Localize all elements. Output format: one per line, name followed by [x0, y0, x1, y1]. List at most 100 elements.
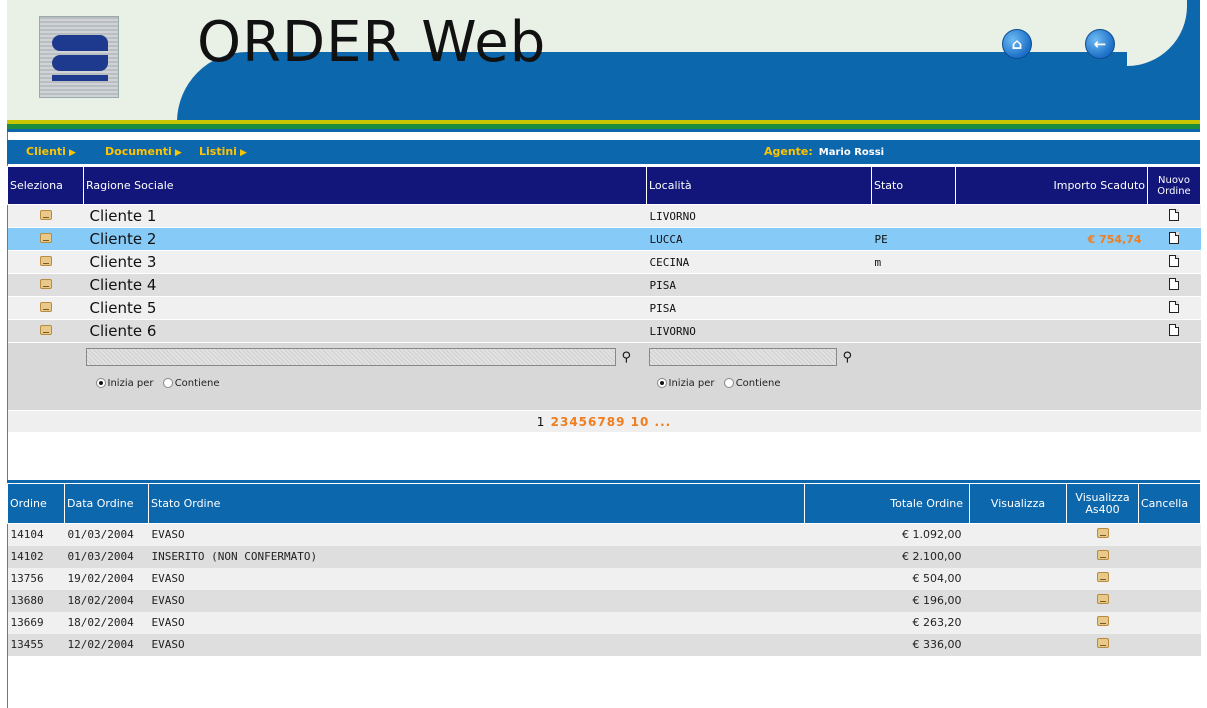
new-document-icon[interactable] — [1169, 208, 1179, 221]
new-order-cell — [1147, 273, 1201, 297]
order-total: € 336,00 — [804, 633, 970, 656]
view-as400-icon[interactable] — [1096, 616, 1109, 626]
contains-radio[interactable] — [162, 378, 173, 388]
new-document-icon[interactable] — [1169, 277, 1179, 290]
app-title: ORDER Web — [197, 10, 547, 75]
client-name[interactable]: Cliente 4 — [83, 273, 647, 297]
name-search-input[interactable] — [85, 348, 616, 366]
select-folder-icon[interactable] — [39, 301, 52, 312]
new-document-icon[interactable] — [1169, 323, 1179, 336]
order-date: 18/02/2004 — [64, 589, 149, 612]
select-folder-icon[interactable] — [39, 232, 52, 243]
view-cell — [969, 523, 1067, 546]
delete-cell — [1138, 523, 1201, 546]
page-link[interactable]: 3 — [560, 415, 569, 429]
col-header-status: Stato Ordine — [148, 483, 805, 524]
triangle-right-icon: ▶ — [174, 148, 182, 158]
order-date: 18/02/2004 — [64, 611, 149, 634]
order-id: 14102 — [7, 545, 65, 568]
client-location: PISA — [646, 273, 872, 297]
orders-header-row: Ordine Data Ordine Stato Ordine Totale O… — [7, 483, 1201, 524]
delete-cell — [1138, 589, 1201, 612]
select-folder-icon[interactable] — [39, 324, 52, 335]
view-as400-icon[interactable] — [1096, 550, 1109, 560]
col-header-delete: Cancella — [1138, 483, 1201, 524]
view-as400-icon[interactable] — [1096, 594, 1109, 604]
page-link[interactable]: 5 — [579, 415, 588, 429]
nav-item-listini[interactable]: Listini ▶ — [199, 145, 247, 158]
page-link[interactable]: 2 — [551, 415, 560, 429]
select-folder-icon[interactable] — [39, 209, 52, 220]
new-document-icon[interactable] — [1169, 231, 1179, 244]
table-row: Cliente 5 PISA — [7, 296, 1201, 320]
triangle-right-icon: ▶ — [68, 148, 76, 158]
location-search-input[interactable] — [648, 348, 837, 366]
orders-table: Ordine Data Ordine Stato Ordine Totale O… — [7, 483, 1201, 656]
select-cell — [7, 227, 84, 251]
client-state: PE — [871, 227, 956, 251]
name-filter-mode: Inizia per Contiene — [86, 378, 644, 389]
view-as400-icon[interactable] — [1096, 638, 1109, 648]
col-header-select: Seleziona — [7, 166, 84, 205]
table-row: Cliente 3 CECINA m — [7, 250, 1201, 274]
back-button[interactable]: ← — [1085, 29, 1115, 59]
client-name[interactable]: Cliente 2 — [83, 227, 647, 251]
client-name[interactable]: Cliente 1 — [83, 204, 647, 228]
select-folder-icon[interactable] — [39, 255, 52, 266]
home-button[interactable]: ⌂ — [1002, 29, 1032, 59]
client-name[interactable]: Cliente 5 — [83, 296, 647, 320]
page-more-link[interactable]: ... — [655, 415, 672, 429]
page-link[interactable]: 6 — [588, 415, 597, 429]
order-total: € 196,00 — [804, 589, 970, 612]
view-cell — [969, 567, 1067, 590]
filter-empty-cell — [7, 342, 84, 411]
order-status: EVASO — [148, 633, 805, 656]
nav-item-clienti[interactable]: Clienti ▶ — [26, 145, 76, 158]
view-as400-cell — [1066, 633, 1139, 656]
agent-info: Agente: Mario Rossi — [764, 145, 884, 158]
col-header-overdue: Importo Scaduto — [955, 166, 1148, 205]
nav-item-documenti[interactable]: Documenti ▶ — [105, 145, 182, 158]
order-total: € 1.092,00 — [804, 523, 970, 546]
table-row: Cliente 6 LIVORNO — [7, 319, 1201, 343]
view-as400-icon[interactable] — [1096, 572, 1109, 582]
binoculars-icon[interactable]: ⚲ — [843, 350, 853, 365]
page-link[interactable]: 10 — [631, 415, 650, 429]
client-overdue: € 754,74 — [955, 227, 1148, 251]
client-location: LIVORNO — [646, 204, 872, 228]
select-cell — [7, 319, 84, 343]
contains-radio[interactable] — [723, 378, 734, 388]
delete-cell — [1138, 567, 1201, 590]
client-overdue — [955, 204, 1148, 228]
starts-with-radio[interactable] — [656, 378, 667, 388]
col-header-new-order-line1: Nuovo — [1158, 174, 1190, 186]
col-header-order: Ordine — [7, 483, 65, 524]
page-link[interactable]: 7 — [597, 415, 606, 429]
select-folder-icon[interactable] — [39, 278, 52, 289]
client-overdue — [955, 250, 1148, 274]
order-status: EVASO — [148, 611, 805, 634]
page-link[interactable]: 9 — [616, 415, 625, 429]
client-name[interactable]: Cliente 6 — [83, 319, 647, 343]
binoculars-icon[interactable]: ⚲ — [622, 350, 632, 365]
location-filter-cell: ⚲ Inizia per Contiene — [646, 342, 872, 411]
client-state — [871, 273, 956, 297]
page-link[interactable]: 4 — [569, 415, 578, 429]
client-name[interactable]: Cliente 3 — [83, 250, 647, 274]
delete-cell — [1138, 633, 1201, 656]
starts-with-label: Inizia per — [668, 378, 715, 389]
client-overdue — [955, 273, 1148, 297]
view-as400-icon[interactable] — [1096, 528, 1109, 539]
delete-cell — [1138, 545, 1201, 568]
new-document-icon[interactable] — [1169, 300, 1179, 313]
starts-with-radio[interactable] — [95, 378, 106, 388]
home-icon: ⌂ — [1011, 35, 1023, 53]
col-header-new-order-line2: Ordine — [1157, 185, 1191, 197]
col-header-view: Visualizza — [969, 483, 1067, 524]
view-cell — [969, 611, 1067, 634]
pager-row: 1 23456789 10 ... — [7, 410, 1201, 433]
order-date: 19/02/2004 — [64, 567, 149, 590]
new-document-icon[interactable] — [1169, 254, 1179, 267]
app-header: ORDER Web ⌂ ← — [7, 0, 1200, 120]
page-link[interactable]: 8 — [607, 415, 616, 429]
